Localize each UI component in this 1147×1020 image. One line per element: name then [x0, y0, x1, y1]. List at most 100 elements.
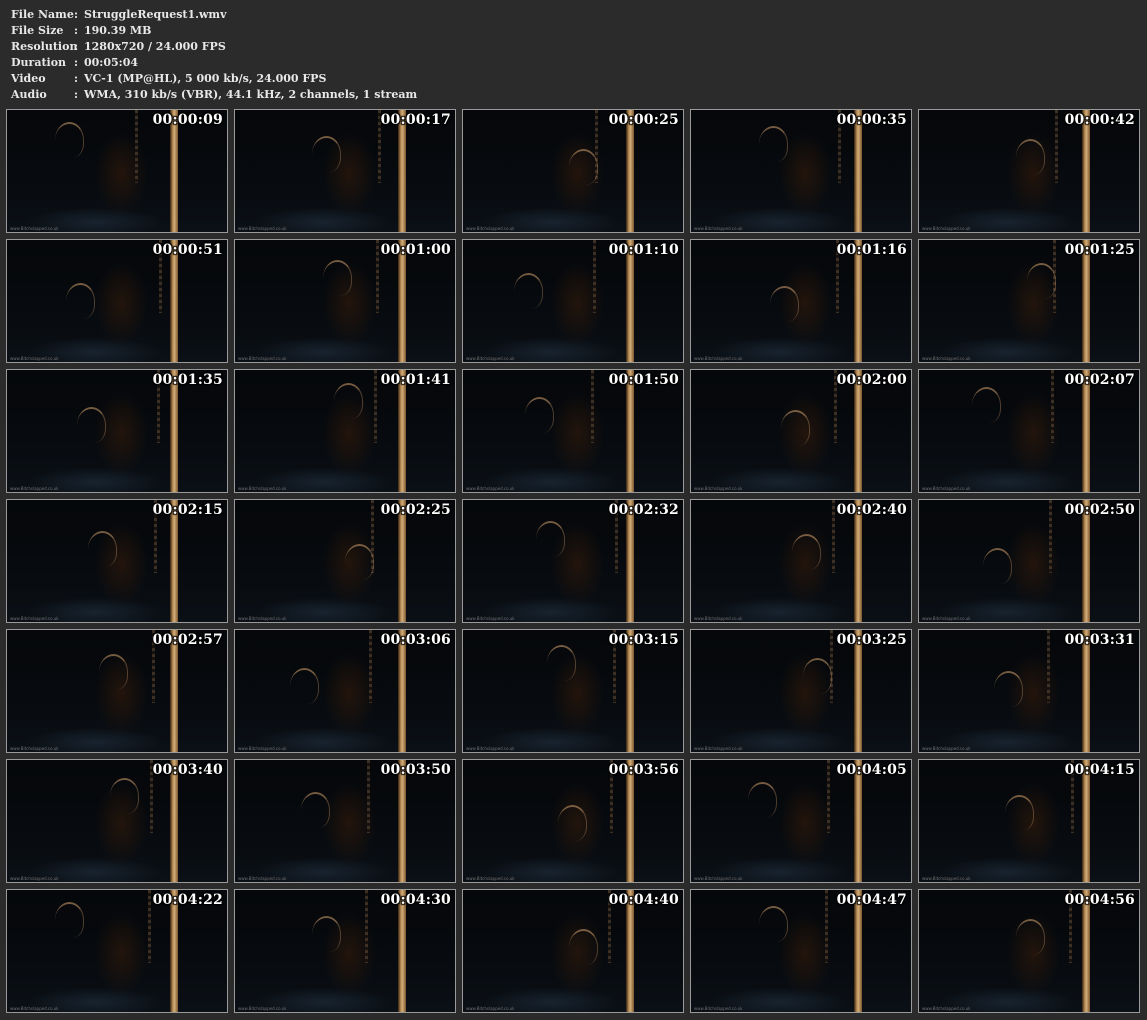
thumbnail-scene-post — [1081, 240, 1090, 362]
thumbnail-scene-figure — [312, 915, 341, 952]
thumbnail-timestamp: 00:03:40 — [152, 762, 223, 778]
thumbnail-timestamp: 00:03:50 — [380, 762, 451, 778]
thumbnail-scene-post — [1081, 630, 1090, 752]
thumbnail-watermark: www.Bitchslapped.co.uk — [466, 226, 515, 231]
info-label: Video — [11, 72, 46, 85]
thumbnail-scene-figure — [993, 671, 1023, 708]
thumbnail-watermark: www.Bitchslapped.co.uk — [238, 486, 287, 491]
thumbnail-watermark: www.Bitchslapped.co.uk — [238, 1006, 287, 1011]
thumbnail-scene-post — [625, 500, 634, 622]
thumbnail-timestamp: 00:00:17 — [380, 112, 451, 128]
info-colon: : — [74, 56, 79, 69]
thumbnail-scene-figure — [55, 902, 85, 939]
thumbnail-scene-post — [853, 500, 862, 622]
thumbnail-scene-figure — [55, 122, 85, 159]
thumbnail-scene-figure — [88, 530, 118, 567]
thumbnail-scene-figure — [77, 406, 107, 443]
thumbnail-timestamp: 00:02:15 — [152, 502, 223, 518]
thumbnail-watermark: www.Bitchslapped.co.uk — [466, 1006, 515, 1011]
thumbnail-scene-figure — [323, 259, 352, 296]
thumbnail-watermark: www.Bitchslapped.co.uk — [922, 486, 971, 491]
video-thumbnail: 00:00:35 www.Bitchslapped.co.uk — [690, 109, 912, 233]
thumbnail-scene-post — [853, 890, 862, 1012]
thumbnail-watermark: www.Bitchslapped.co.uk — [466, 876, 515, 881]
video-thumbnail: 00:04:22 www.Bitchslapped.co.uk — [6, 889, 228, 1013]
thumbnail-watermark: www.Bitchslapped.co.uk — [466, 616, 515, 621]
thumbnail-scene-figure — [759, 905, 789, 942]
thumbnail-watermark: www.Bitchslapped.co.uk — [694, 1006, 743, 1011]
thumbnail-scene-post — [397, 890, 406, 1012]
thumbnail-scene-post — [625, 760, 634, 882]
thumbnail-scene-post — [169, 760, 178, 882]
info-row-duration: Duration : 00:05:04 — [11, 55, 417, 71]
thumbnail-scene-figure — [334, 383, 363, 420]
thumbnail-scene-chain — [134, 110, 138, 184]
thumbnail-scene-figure — [568, 929, 598, 966]
thumbnail-scene-chain — [825, 890, 829, 964]
thumbnail-watermark: www.Bitchslapped.co.uk — [694, 746, 743, 751]
video-thumbnail: 00:01:41 www.Bitchslapped.co.uk — [234, 369, 456, 493]
thumbnail-scene-figure — [759, 125, 789, 162]
thumbnail-watermark: www.Bitchslapped.co.uk — [466, 356, 515, 361]
info-label: Duration — [11, 56, 67, 69]
thumbnail-scene-post — [1081, 370, 1090, 492]
thumbnail-scene-figure — [312, 135, 341, 172]
info-row-file-name: File Name : StruggleRequest1.wmv — [11, 7, 417, 23]
video-thumbnail: 00:03:15 www.Bitchslapped.co.uk — [462, 629, 684, 753]
video-thumbnail: 00:02:50 www.Bitchslapped.co.uk — [918, 499, 1140, 623]
thumbnail-timestamp: 00:03:31 — [1064, 632, 1135, 648]
video-thumbnail: 00:02:07 www.Bitchslapped.co.uk — [918, 369, 1140, 493]
thumbnail-scene-post — [169, 630, 178, 752]
video-thumbnail: 00:00:09 www.Bitchslapped.co.uk — [6, 109, 228, 233]
thumbnail-scene-chain — [364, 890, 368, 964]
thumbnail-watermark: www.Bitchslapped.co.uk — [10, 616, 59, 621]
video-thumbnail: 00:04:15 www.Bitchslapped.co.uk — [918, 759, 1140, 883]
thumbnail-scene-post — [169, 240, 178, 362]
thumbnail-watermark: www.Bitchslapped.co.uk — [922, 356, 971, 361]
thumbnail-scene-figure — [557, 805, 587, 842]
thumbnail-watermark: www.Bitchslapped.co.uk — [10, 226, 59, 231]
thumbnail-timestamp: 00:04:56 — [1064, 892, 1135, 908]
thumbnail-timestamp: 00:02:32 — [608, 502, 679, 518]
thumbnail-scene-figure — [66, 282, 96, 319]
thumbnail-scene-chain — [373, 370, 377, 444]
thumbnail-timestamp: 00:00:35 — [836, 112, 907, 128]
thumbnail-scene-post — [397, 240, 406, 362]
thumbnail-watermark: www.Bitchslapped.co.uk — [694, 616, 743, 621]
thumbnail-scene-post — [853, 760, 862, 882]
video-thumbnail: 00:01:00 www.Bitchslapped.co.uk — [234, 239, 456, 363]
thumbnail-watermark: www.Bitchslapped.co.uk — [922, 616, 971, 621]
video-thumbnail: 00:04:30 www.Bitchslapped.co.uk — [234, 889, 456, 1013]
thumbnail-watermark: www.Bitchslapped.co.uk — [694, 876, 743, 881]
thumbnail-scene-figure — [290, 667, 319, 704]
thumbnail-watermark: www.Bitchslapped.co.uk — [466, 746, 515, 751]
video-thumbnail: 00:03:56 www.Bitchslapped.co.uk — [462, 759, 684, 883]
thumbnail-timestamp: 00:01:16 — [836, 242, 907, 258]
thumbnail-scene-post — [625, 240, 634, 362]
thumbnail-timestamp: 00:02:50 — [1064, 502, 1135, 518]
video-thumbnail: 00:00:51 www.Bitchslapped.co.uk — [6, 239, 228, 363]
thumbnail-timestamp: 00:04:30 — [380, 892, 451, 908]
thumbnail-scene-figure — [110, 778, 140, 815]
thumbnail-scene-post — [397, 630, 406, 752]
video-thumbnail: 00:00:25 www.Bitchslapped.co.uk — [462, 109, 684, 233]
thumbnail-scene-chain — [590, 370, 594, 444]
video-thumbnail: 00:02:25 www.Bitchslapped.co.uk — [234, 499, 456, 623]
thumbnail-timestamp: 00:02:25 — [380, 502, 451, 518]
thumbnail-timestamp: 00:00:51 — [152, 242, 223, 258]
info-label: Resolution — [11, 40, 78, 53]
info-value: 1280x720 / 24.000 FPS — [84, 40, 226, 53]
thumbnail-scene-post — [853, 370, 862, 492]
thumbnail-scene-figure — [546, 644, 576, 681]
info-colon: : — [74, 88, 79, 101]
info-row-video: Video : VC-1 (MP@HL), 5 000 kb/s, 24.000… — [11, 71, 417, 87]
thumbnail-watermark: www.Bitchslapped.co.uk — [922, 226, 971, 231]
thumbnail-timestamp: 00:02:40 — [836, 502, 907, 518]
video-thumbnail: 00:02:15 www.Bitchslapped.co.uk — [6, 499, 228, 623]
thumbnail-watermark: www.Bitchslapped.co.uk — [10, 356, 59, 361]
thumbnail-watermark: www.Bitchslapped.co.uk — [238, 226, 287, 231]
thumbnail-scene-chain — [831, 500, 835, 574]
info-value: WMA, 310 kb/s (VBR), 44.1 kHz, 2 channel… — [84, 88, 418, 101]
thumbnail-scene-figure — [1004, 795, 1034, 832]
thumbnail-scene-post — [1081, 890, 1090, 1012]
